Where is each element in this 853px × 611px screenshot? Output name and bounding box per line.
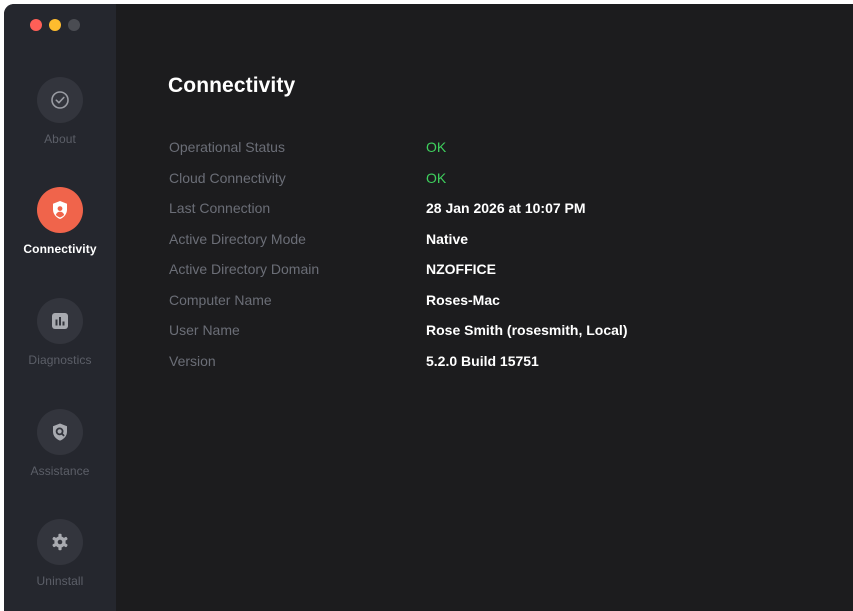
main-panel: Connectivity Operational Status OK Cloud…: [116, 4, 853, 611]
sidebar-item-uninstall-icon-wrap: [37, 519, 83, 565]
sidebar: About Connectivity Diagnostics Assistanc…: [4, 4, 116, 611]
sidebar-item-diagnostics-icon-wrap: [37, 298, 83, 344]
sidebar-item-assistance-icon-wrap: [37, 409, 83, 455]
sidebar-item-label: About: [44, 132, 76, 146]
sidebar-item-connectivity-icon-wrap: [37, 187, 83, 233]
close-window-button[interactable]: [30, 19, 42, 31]
info-row-last-connection: Last Connection 28 Jan 2026 at 10:07 PM: [169, 193, 627, 224]
sidebar-item-label: Uninstall: [36, 574, 84, 588]
app-window: About Connectivity Diagnostics Assistanc…: [4, 4, 853, 611]
info-row-user-name: User Name Rose Smith (rosesmith, Local): [169, 315, 627, 346]
status-value: OK: [426, 139, 447, 156]
sidebar-item-label: Diagnostics: [28, 353, 92, 367]
info-label: Computer Name: [169, 291, 272, 308]
info-label: Operational Status: [169, 139, 285, 156]
info-value: Roses-Mac: [426, 291, 500, 308]
info-row-operational-status: Operational Status OK: [169, 132, 627, 163]
info-value: Native: [426, 230, 469, 247]
sidebar-item-diagnostics[interactable]: Diagnostics: [4, 298, 116, 367]
sidebar-item-about-icon-wrap: [37, 77, 83, 123]
info-row-cloud-connectivity: Cloud Connectivity OK: [169, 163, 627, 194]
shield-search-icon: [53, 423, 67, 441]
info-label: User Name: [169, 322, 240, 339]
sidebar-item-about[interactable]: About: [4, 77, 116, 146]
sidebar-item-label: Connectivity: [23, 242, 97, 256]
bar-chart-icon: [52, 313, 68, 329]
info-label: Last Connection: [169, 200, 271, 217]
page-title: Connectivity: [168, 74, 296, 97]
info-value: NZOFFICE: [426, 261, 496, 278]
gear-icon: [52, 533, 68, 551]
sidebar-item-label: Assistance: [30, 464, 90, 478]
connectivity-info-table: Operational Status OK Cloud Connectivity…: [169, 132, 627, 376]
status-value: OK: [426, 169, 447, 186]
window-controls: [30, 19, 80, 31]
info-label: Cloud Connectivity: [169, 169, 286, 186]
sidebar-item-assistance[interactable]: Assistance: [4, 409, 116, 478]
info-row-ad-mode: Active Directory Mode Native: [169, 224, 627, 255]
sidebar-item-connectivity[interactable]: Connectivity: [4, 187, 116, 256]
info-value: 5.2.0 Build 15751: [426, 352, 539, 369]
info-label: Active Directory Mode: [169, 230, 306, 247]
sidebar-item-uninstall[interactable]: Uninstall: [4, 519, 116, 588]
info-row-version: Version 5.2.0 Build 15751: [169, 346, 627, 377]
info-row-ad-domain: Active Directory Domain NZOFFICE: [169, 254, 627, 285]
check-circle-icon: [51, 91, 69, 109]
info-label: Active Directory Domain: [169, 261, 320, 278]
shield-user-icon: [53, 201, 67, 219]
info-label: Version: [169, 352, 216, 369]
info-row-computer-name: Computer Name Roses-Mac: [169, 285, 627, 316]
info-value: 28 Jan 2026 at 10:07 PM: [426, 200, 586, 217]
minimize-window-button[interactable]: [49, 19, 61, 31]
zoom-window-button[interactable]: [68, 19, 80, 31]
info-value: Rose Smith (rosesmith, Local): [426, 322, 628, 339]
